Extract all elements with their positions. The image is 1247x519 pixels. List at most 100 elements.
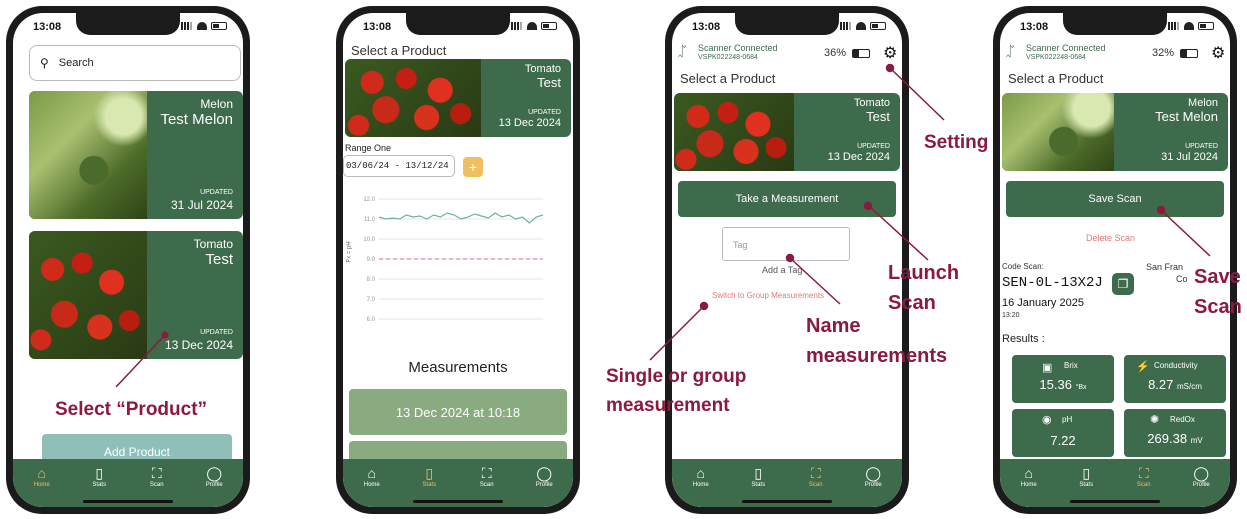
annotation-measurements: measurements [806, 345, 948, 367]
battery-icon [541, 22, 557, 30]
y-tick-label: 11.0 [364, 217, 376, 223]
scanner-status: Scanner Connected [1026, 43, 1106, 53]
gear-icon[interactable]: ⚙ [883, 43, 897, 63]
product-name: Tomato [853, 97, 890, 109]
result-name: pH [1062, 415, 1073, 424]
nav-home[interactable]: ⌂ Home [681, 464, 721, 488]
phone-home: 13:08 ⚲ Search Melon Test Melon UPDATED … [6, 6, 250, 514]
notch [406, 13, 510, 35]
take-measurement-button[interactable]: Take a Measurement [678, 181, 896, 217]
nav-profile[interactable]: ◯ Profile [853, 464, 893, 488]
battery-icon [870, 22, 886, 30]
product-image [1002, 93, 1114, 171]
nav-home[interactable]: ⌂ Home [352, 464, 392, 488]
product-image [29, 231, 147, 359]
nav-home[interactable]: ⌂ Home [22, 464, 62, 488]
profile-icon: ◯ [206, 465, 223, 481]
y-tick-label: 9.0 [367, 257, 376, 263]
nav-label: Home [1020, 482, 1037, 488]
signal-icon [840, 22, 852, 30]
result-name: RedOx [1170, 415, 1195, 424]
nav-stats[interactable]: ▯ Stats [409, 464, 449, 488]
nav-profile[interactable]: ◯ Profile [524, 464, 564, 488]
product-image [29, 91, 147, 219]
home-indicator [413, 500, 503, 503]
measurement-item[interactable]: 13 Dec 2024 at 10:18 [349, 389, 567, 435]
product-name: Tomato [193, 237, 233, 251]
product-card-tomato[interactable]: Tomato Test UPDATED 13 Dec 2024 [345, 59, 571, 137]
annotation-single-2: measurement [606, 395, 730, 416]
scanner-id: VSPK022248-0684 [1026, 54, 1086, 61]
updated-label: UPDATED [200, 329, 233, 336]
switch-group-link[interactable]: Switch to Group Measurements [712, 291, 824, 300]
ph-line-chart: 12.0 11.0 10.0 9.0 8.0 7.0 6.0 [363, 197, 544, 323]
updated-date: 13 Dec 2024 [498, 117, 561, 129]
save-scan-button[interactable]: Save Scan [1006, 181, 1224, 217]
nav-label: Stats [751, 482, 766, 488]
home-indicator [1070, 500, 1160, 503]
nav-scan[interactable]: ⛶ Scan [1124, 464, 1164, 488]
add-range-button[interactable]: + [463, 157, 483, 177]
result-conductivity: ⚡ Conductivity 8.27 mS/cm [1124, 355, 1226, 403]
nav-home[interactable]: ⌂ Home [1009, 464, 1049, 488]
search-input[interactable]: ⚲ Search [29, 45, 241, 81]
product-card-melon[interactable]: Melon Test Melon UPDATED 31 Jul 2024 [1002, 93, 1228, 171]
nav-profile[interactable]: ◯ Profile [1181, 464, 1221, 488]
nav-scan[interactable]: ⛶ Scan [137, 464, 177, 488]
screen-result: 13:08 ᛢ Scanner Connected VSPK022248-068… [1000, 13, 1230, 507]
nav-label: Stats [422, 482, 437, 488]
nav-stats[interactable]: ▯ Stats [79, 464, 119, 488]
annotation-select-product: Select “Product” [55, 399, 208, 420]
code-scan-label: Code Scan: [1002, 262, 1044, 271]
measurements-title: Measurements [408, 359, 508, 376]
nav-scan[interactable]: ⛶ Scan [467, 464, 507, 488]
nav-label: Home [33, 482, 50, 488]
product-card-tomato[interactable]: Tomato Test UPDATED 13 Dec 2024 [29, 231, 243, 359]
y-tick-label: 8.0 [367, 277, 376, 283]
tag-input[interactable]: Tag [722, 227, 850, 261]
bluetooth-icon: ᛢ [1006, 43, 1015, 59]
home-indicator [83, 500, 173, 503]
phone-scan: 13:08 ᛢ Scanner Connected VSPK022248-068… [665, 6, 909, 514]
nav-label: Stats [92, 482, 107, 488]
status-time: 13:08 [1020, 21, 1049, 33]
nav-label: Scan [808, 482, 823, 488]
scanner-status: Scanner Connected [698, 43, 778, 53]
phone-stats: 13:08 Select a Product Tomato Test UPDAT… [336, 6, 580, 514]
nav-scan[interactable]: ⛶ Scan [796, 464, 836, 488]
stats-icon: ▯ [425, 465, 434, 481]
updated-date: 13 Dec 2024 [164, 338, 233, 352]
status-icons [181, 22, 227, 30]
copy-button[interactable]: ❐ [1112, 273, 1134, 295]
series-line [378, 212, 544, 224]
result-value-row: 8.27 mS/cm [1124, 377, 1226, 392]
date-range-input[interactable]: 03/06/24 - 13/12/24 [343, 155, 455, 177]
result-unit: mS/cm [1177, 382, 1202, 391]
product-card-tomato[interactable]: Tomato Test UPDATED 13 Dec 2024 [674, 93, 900, 171]
delete-scan-link[interactable]: Delete Scan [1086, 233, 1135, 243]
product-title: Test Melon [1155, 109, 1218, 124]
ph-icon: ◉ [1042, 414, 1052, 426]
updated-label: UPDATED [200, 189, 233, 196]
status-time: 13:08 [692, 21, 721, 33]
annotation-save: Save [1194, 266, 1241, 288]
nav-label: Home [692, 482, 709, 488]
gear-icon[interactable]: ⚙ [1211, 43, 1225, 63]
product-card-melon[interactable]: Melon Test Melon UPDATED 31 Jul 2024 [29, 91, 243, 219]
profile-icon: ◯ [865, 465, 882, 481]
nav-label: Scan [1136, 482, 1151, 488]
result-ph: ◉ pH 7.22 [1012, 409, 1114, 457]
status-icons [511, 22, 557, 30]
result-value-row: 7.22 [1012, 433, 1114, 448]
wifi-icon [856, 22, 866, 30]
nav-stats[interactable]: ▯ Stats [1066, 464, 1106, 488]
updated-date: 31 Jul 2024 [1161, 151, 1218, 163]
y-tick-label: 10.0 [363, 237, 375, 243]
screen-home: 13:08 ⚲ Search Melon Test Melon UPDATED … [13, 13, 243, 507]
search-icon: ⚲ [40, 56, 49, 70]
nav-stats[interactable]: ▯ Stats [738, 464, 778, 488]
lightning-icon: ⚡ [1136, 361, 1150, 373]
nav-profile[interactable]: ◯ Profile [194, 464, 234, 488]
annotation-launch: Launch [888, 262, 960, 284]
signal-icon [511, 22, 523, 30]
